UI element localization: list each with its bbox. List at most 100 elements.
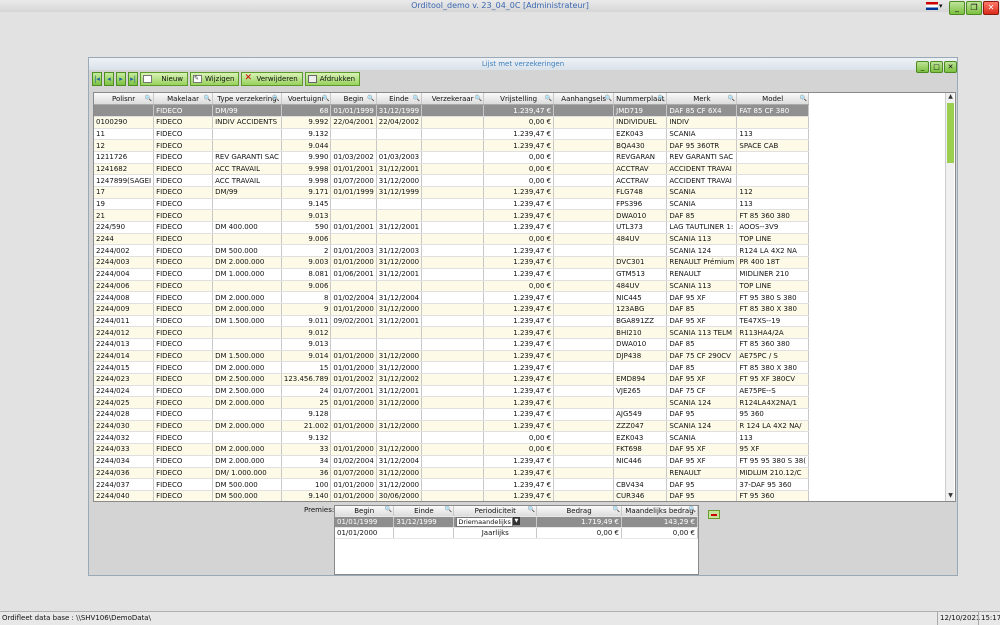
table-row[interactable]: 12 FIDECO 9.044 1.239,47 € BQA430 DAF 95 360T… [94,139,809,152]
column-header[interactable]: Voertuignr 🔍 [281,93,332,106]
table-row[interactable]: 11 FIDECO 9.132 1.239,47 € EZK043 SCANIA 113 [94,128,809,141]
print-button[interactable]: Afdrukken [304,72,361,86]
table-row[interactable]: 2244/032 FIDECO 9.132 0,00 € EZK043 SCANIA 113 [94,431,809,445]
scroll-up-icon[interactable]: ▲ [946,93,955,102]
column-search-icon[interactable]: 🔍 [272,94,279,104]
table-row[interactable]: 2244/011 FIDECO DM 1.500.000 9.011 09/02/200… [94,315,809,328]
table-cell [421,291,485,304]
premies-column-header[interactable]: Periodiciteit 🔍 [453,506,538,517]
column-header[interactable]: Merk 🔍 [666,93,738,106]
table-row[interactable]: FIDECO DM/99 68 01/01/1999 31/12/1999 1.239,4… [94,104,809,117]
column-header[interactable]: Vrijstelling 🔍 [483,93,555,106]
column-search-icon[interactable]: 🔍 [413,94,420,104]
scrollbar-thumb[interactable] [947,103,954,163]
table-cell: SCANIA 124 [666,396,738,410]
table-row[interactable]: 1211726 FIDECO REV GARANTI SAC 9.990 01/03/2… [94,151,809,164]
table-row[interactable]: 224/590 FIDECO DM 400.000 590 01/01/2001 31/1… [94,221,809,234]
column-header[interactable]: Begin 🔍 [330,93,377,106]
table-row[interactable]: 0100290 FIDECO INDIV ACCIDENTS 9.992 22/04/2… [94,116,809,129]
window-minimize-button[interactable]: _ [916,61,929,73]
new-button[interactable]: Nieuw [140,72,188,86]
scroll-down-icon[interactable]: ▼ [946,492,955,501]
app-restore-button[interactable]: ❐ [966,1,982,15]
table-cell: DM 500.000 [212,244,282,258]
table-row[interactable]: 2244/023 FIDECO DM 2.500.000 123.456.789 01/… [94,373,809,386]
premies-row[interactable]: 01/01/2000 Jaarlijks 0,00 €0,00 € [335,527,698,539]
table-row[interactable]: 2244/004 FIDECO DM 1.000.000 8.081 01/06/200… [94,268,809,281]
premies-column-header[interactable]: Begin 🔍 [335,506,395,517]
table-row[interactable]: 2244/013 FIDECO 9.013 1.239,47 € DWA010 DAF 8… [94,338,809,351]
premies-column-header[interactable]: Einde 🔍 [393,506,455,517]
table-row[interactable]: 2244/033 FIDECO DM 2.000.000 33 01/01/2000 31… [94,443,809,456]
column-search-icon[interactable]: 🔍 [475,94,482,104]
table-row[interactable]: 1241682 FIDECO ACC TRAVAIL 9.998 01/01/2001 3… [94,163,809,176]
table-row[interactable]: 2244/030 FIDECO DM 2.000.000 21.002 01/01/20… [94,420,809,433]
table-row[interactable]: 2244/036 FIDECO DM/ 1.000.000 36 01/07/2000 3… [94,467,809,480]
column-header[interactable]: Einde 🔍 [376,93,423,106]
language-dropdown-icon[interactable]: ▾ [939,2,943,10]
table-row[interactable]: 17 FIDECO DM/99 9.171 01/01/1999 31/12/1999 1.… [94,186,809,199]
column-search-icon[interactable]: 🔍 [367,94,374,104]
premies-cell: 0,00 € [621,527,698,539]
table-row[interactable]: 2244/034 FIDECO DM 2.000.000 34 01/02/2004 31… [94,455,809,468]
table-cell [421,303,485,316]
table-row[interactable]: 1247899(SAGEI FIDECO ACC TRAVAIL 9.998 01/07… [94,174,809,187]
column-search-icon[interactable]: 🔍 [728,94,735,104]
prev-record-button[interactable]: ◂ [104,72,114,86]
table-cell: 31/12/2000 [376,420,423,433]
window-maximize-button[interactable]: □ [930,61,943,73]
last-record-button[interactable]: ▸| [128,72,138,86]
column-search-icon[interactable]: 🔍 [204,94,211,104]
language-flag-icon[interactable] [926,2,938,10]
premies-column-header[interactable]: Bedrag 🔍 [536,506,622,517]
column-search-icon[interactable]: 🔍 [528,506,535,513]
column-search-icon[interactable]: 🔍 [658,94,665,104]
table-row[interactable]: 2244/012 FIDECO 9.012 1.239,47 € BHI210 SCANI… [94,326,809,339]
table-row[interactable]: 2244/009 FIDECO DM 2.000.000 9 01/01/2000 31/… [94,303,809,316]
table-row[interactable]: 2244/040 FIDECO DM 500.000 9.140 01/01/2000 3… [94,490,809,501]
column-header[interactable]: Verzekeraar 🔍 [421,93,485,106]
table-row[interactable]: 2244/006 FIDECO 9.006 0,00 € 484UV SCANIA 113… [94,280,809,293]
column-search-icon[interactable]: 🔍 [612,506,619,513]
window-close-button[interactable]: ✕ [944,61,957,73]
table-row[interactable]: 2244/002 FIDECO DM 500.000 2 01/01/2003 31/12… [94,244,809,258]
column-search-icon[interactable]: 🔍 [605,94,612,104]
table-row[interactable]: 2244/028 FIDECO 9.128 1.239,47 € AJG549 DAF 9… [94,408,809,421]
delete-button[interactable]: ✕ Verwijderen [241,72,303,86]
column-search-icon[interactable]: 🔍 [545,94,552,104]
table-row[interactable]: 2244/003 FIDECO DM 2.000.000 9.003 01/01/200… [94,256,809,269]
premies-row[interactable]: 01/01/1999 31/12/1999 Driemaandelijks ▼ 1.71… [335,516,698,528]
column-header[interactable]: Makelaar 🔍 [153,93,214,106]
column-search-icon[interactable]: 🔍 [385,506,392,513]
premies-column-header[interactable]: Maandelijks bedrag 🔍 [621,506,698,517]
table-row[interactable]: 19 FIDECO 9.145 1.239,47 € FPS396 SCANIA 113 [94,198,809,211]
table-vertical-scrollbar[interactable]: ▲ ▼ [945,93,954,501]
delete-premie-button[interactable] [708,510,720,519]
table-row[interactable]: 2244/015 FIDECO DM 2.000.000 15 01/01/2000 31… [94,361,809,374]
column-header[interactable]: Type verzekering 🔍 [212,93,282,106]
column-search-icon[interactable]: 🔍 [445,506,452,513]
first-record-button[interactable]: |◂ [92,72,102,86]
edit-button[interactable]: ✎ Wijzigen [190,72,240,86]
table-row[interactable]: 2244/037 FIDECO DM 500.000 100 01/01/2000 31/… [94,478,809,491]
table-row[interactable]: 2244/024 FIDECO DM 2.500.000 24 01/07/2001 31… [94,385,809,398]
periodicity-select[interactable]: Driemaandelijks [456,517,513,527]
column-search-icon[interactable]: 🔍 [322,94,329,104]
column-header[interactable]: Aanhangsels 🔍 [553,93,615,106]
column-header[interactable]: Model 🔍 [736,93,809,106]
table-row[interactable]: 2244/008 FIDECO DM 2.000.000 8 01/02/2004 31/… [94,291,809,304]
app-close-button[interactable]: ✕ [983,1,999,15]
table-row[interactable]: 21 FIDECO 9.013 1.239,47 € DWA010 DAF 85 FT 85… [94,209,809,223]
column-header[interactable]: Nummerplaat 🔍 [613,93,668,106]
dropdown-arrow-icon[interactable]: ▼ [512,517,520,525]
column-search-icon[interactable]: 🔍 [799,94,806,104]
table-row[interactable]: 2244/025 FIDECO DM 2.000.000 25 01/01/2000 31… [94,396,809,410]
table-cell [553,385,615,398]
next-record-button[interactable]: ▸ [116,72,126,86]
column-header[interactable]: Polisnr 🔍 [94,93,155,106]
app-minimize-button[interactable]: _ [949,1,965,15]
table-row[interactable]: 2244 FIDECO 9.006 0,00 € 484UV SCANIA 113 TOP … [94,233,809,246]
column-search-icon[interactable]: 🔍 [145,94,152,104]
table-row[interactable]: 2244/014 FIDECO DM 1.500.000 9.014 01/01/200… [94,350,809,363]
column-search-icon[interactable]: 🔍 [689,506,696,513]
